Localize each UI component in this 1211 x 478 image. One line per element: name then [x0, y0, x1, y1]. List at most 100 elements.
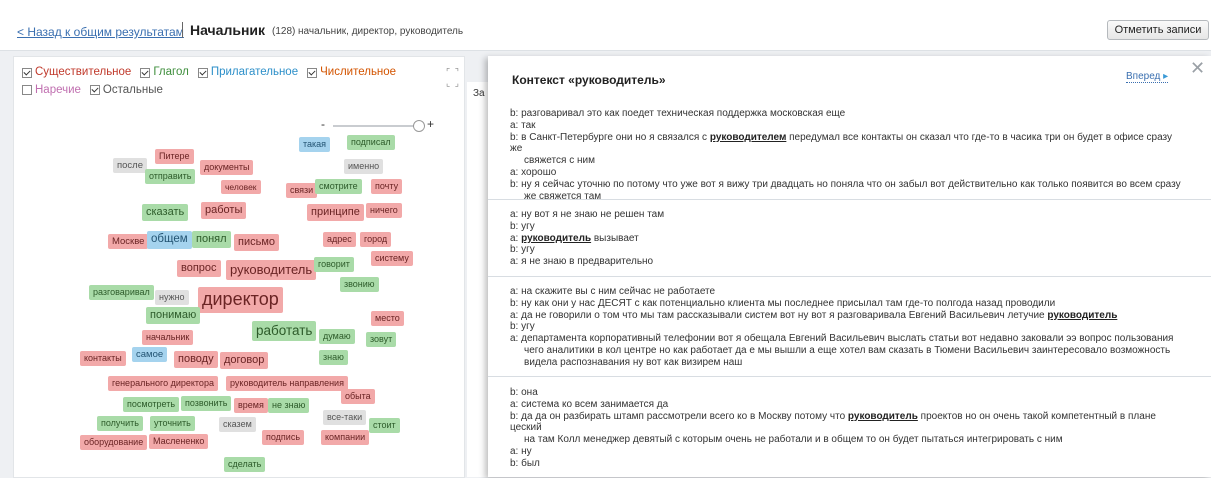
- cloud-word[interactable]: сказем: [219, 417, 256, 432]
- cloud-word[interactable]: связи: [286, 183, 318, 198]
- cloud-word[interactable]: документы: [200, 160, 254, 175]
- cloud-word[interactable]: понимаю: [146, 307, 201, 325]
- filter-label: Глагол: [153, 66, 189, 78]
- cloud-word[interactable]: отправить: [145, 169, 196, 184]
- keyword-highlight: руководителем: [709, 131, 787, 143]
- cloud-word[interactable]: сделать: [224, 457, 266, 472]
- cloud-word[interactable]: подпись: [262, 430, 305, 445]
- speaker-label: b:: [510, 457, 519, 469]
- zoom-slider-track[interactable]: [333, 125, 423, 127]
- cloud-word[interactable]: стоит: [369, 418, 400, 433]
- cloud-word[interactable]: разговаривал: [89, 285, 154, 300]
- filter-checkbox[interactable]: [197, 67, 208, 78]
- cloud-word[interactable]: адрес: [323, 232, 356, 247]
- close-icon[interactable]: ✕: [1190, 59, 1205, 77]
- cloud-word[interactable]: зовут: [366, 332, 397, 347]
- next-label[interactable]: Вперед: [1126, 71, 1160, 82]
- synonym-list: начальник, директор, руководитель: [298, 26, 464, 37]
- cloud-word[interactable]: договор: [220, 352, 269, 370]
- filter-checkbox[interactable]: [307, 67, 318, 78]
- dialogue-line: b: да да он разбирать штамп рассмотрели …: [510, 411, 1186, 435]
- cloud-word[interactable]: принципе: [307, 204, 364, 222]
- line-text: я не знаю в предварительно: [521, 256, 654, 268]
- filter-option[interactable]: Существительное: [22, 65, 131, 80]
- page-title: Начальник: [190, 22, 266, 38]
- cloud-word[interactable]: позвонить: [181, 396, 232, 411]
- cloud-word[interactable]: самое: [132, 347, 168, 363]
- cloud-word[interactable]: знаю: [319, 350, 348, 365]
- context-title: Контекст «руководитель»: [512, 73, 666, 87]
- cloud-word[interactable]: руководитель: [226, 260, 317, 280]
- filter-checkbox[interactable]: [89, 85, 100, 95]
- line-text: на там Колл менеджер девятый с которым о…: [524, 434, 1063, 446]
- dialogue-line: b: угу: [510, 321, 1186, 333]
- cloud-word[interactable]: нужно: [155, 290, 189, 305]
- cloud-word[interactable]: вопрос: [177, 260, 221, 278]
- speaker-label: a:: [510, 445, 519, 457]
- cloud-word[interactable]: директор: [198, 287, 283, 313]
- cloud-word[interactable]: смотрите: [315, 179, 362, 194]
- cloud-word[interactable]: уточнить: [150, 416, 195, 431]
- cloud-word[interactable]: начальник: [142, 330, 194, 345]
- expand-icon[interactable]: ⌜ ⌝ ⌞ ⌟: [446, 67, 460, 89]
- cloud-word[interactable]: компании: [321, 430, 370, 445]
- cloud-word[interactable]: генерального директора: [108, 376, 218, 391]
- cloud-word[interactable]: работать: [252, 321, 317, 342]
- cloud-word[interactable]: звонию: [340, 277, 379, 292]
- cloud-word[interactable]: именно: [344, 159, 384, 174]
- cloud-word[interactable]: ничего: [366, 203, 402, 218]
- cloud-word[interactable]: человек: [221, 180, 261, 195]
- cloud-word[interactable]: место: [371, 311, 404, 326]
- filter-option[interactable]: Наречие: [22, 83, 81, 98]
- filter-option[interactable]: Глагол: [140, 65, 189, 80]
- filter-checkbox[interactable]: [22, 67, 32, 78]
- cloud-word[interactable]: работы: [201, 202, 247, 220]
- zoom-out-button[interactable]: -: [321, 117, 325, 131]
- cloud-word[interactable]: посмотреть: [123, 397, 180, 412]
- cloud-word[interactable]: время: [234, 398, 268, 413]
- filter-checkbox[interactable]: [140, 67, 151, 78]
- dialogue-line: a: ну вот я не знаю не решен там: [510, 209, 1186, 221]
- filter-checkbox[interactable]: [22, 85, 32, 95]
- filter-option[interactable]: Остальные: [89, 83, 163, 98]
- line-text: департамента корпоративный телефонии вот…: [521, 333, 1174, 345]
- cloud-word[interactable]: Маслененко: [149, 434, 209, 449]
- line-text: ну я сейчас уточню по потому что уже вот…: [521, 178, 1181, 190]
- cloud-word[interactable]: руководитель направления: [226, 376, 348, 391]
- cloud-word[interactable]: подписал: [347, 135, 395, 150]
- cloud-word[interactable]: почту: [371, 179, 403, 194]
- back-to-results-link[interactable]: < Назад к общим результатам: [17, 25, 184, 39]
- cloud-word[interactable]: поводу: [174, 351, 218, 369]
- cloud-word[interactable]: думаю: [319, 329, 355, 344]
- filter-option[interactable]: Числительное: [307, 65, 396, 80]
- cloud-word[interactable]: письмо: [234, 234, 280, 252]
- cloud-word[interactable]: город: [360, 232, 392, 247]
- mark-records-button[interactable]: Отметить записи: [1107, 20, 1209, 40]
- next-link[interactable]: Вперед ▸: [1126, 71, 1169, 83]
- cloud-word[interactable]: общем: [147, 231, 192, 249]
- cloud-word[interactable]: систему: [371, 251, 413, 266]
- cloud-word[interactable]: не знаю: [268, 398, 310, 413]
- cloud-word[interactable]: после: [113, 158, 148, 174]
- cloud-word[interactable]: Питере: [155, 149, 194, 164]
- cloud-word[interactable]: контакты: [80, 351, 126, 366]
- keyword-highlight: руководитель: [521, 232, 592, 244]
- context-entry: b: она a: система ко всем занимается да b:…: [510, 387, 1186, 470]
- cloud-word[interactable]: все-таки: [323, 410, 367, 425]
- cloud-word[interactable]: Москве: [108, 234, 149, 250]
- cloud-word[interactable]: получить: [97, 416, 143, 431]
- cloud-word[interactable]: обыта: [341, 389, 375, 404]
- keyword-highlight: руководитель: [1047, 309, 1118, 321]
- zoom-slider-handle[interactable]: [413, 120, 425, 132]
- word-cloud-panel: Существительное Глагол Прилагательное Числи…: [13, 56, 465, 478]
- cloud-word[interactable]: такая: [299, 137, 331, 152]
- filter-label: Существительное: [35, 66, 132, 78]
- cloud-word[interactable]: понял: [192, 231, 231, 249]
- zoom-in-button[interactable]: +: [427, 117, 434, 131]
- cloud-word[interactable]: говорит: [314, 257, 354, 272]
- line-text: она: [521, 387, 538, 398]
- cloud-word[interactable]: оборудование: [80, 435, 148, 450]
- speaker-label: b:: [510, 244, 519, 256]
- cloud-word[interactable]: сказать: [142, 204, 189, 222]
- filter-option[interactable]: Прилагательное: [197, 65, 298, 80]
